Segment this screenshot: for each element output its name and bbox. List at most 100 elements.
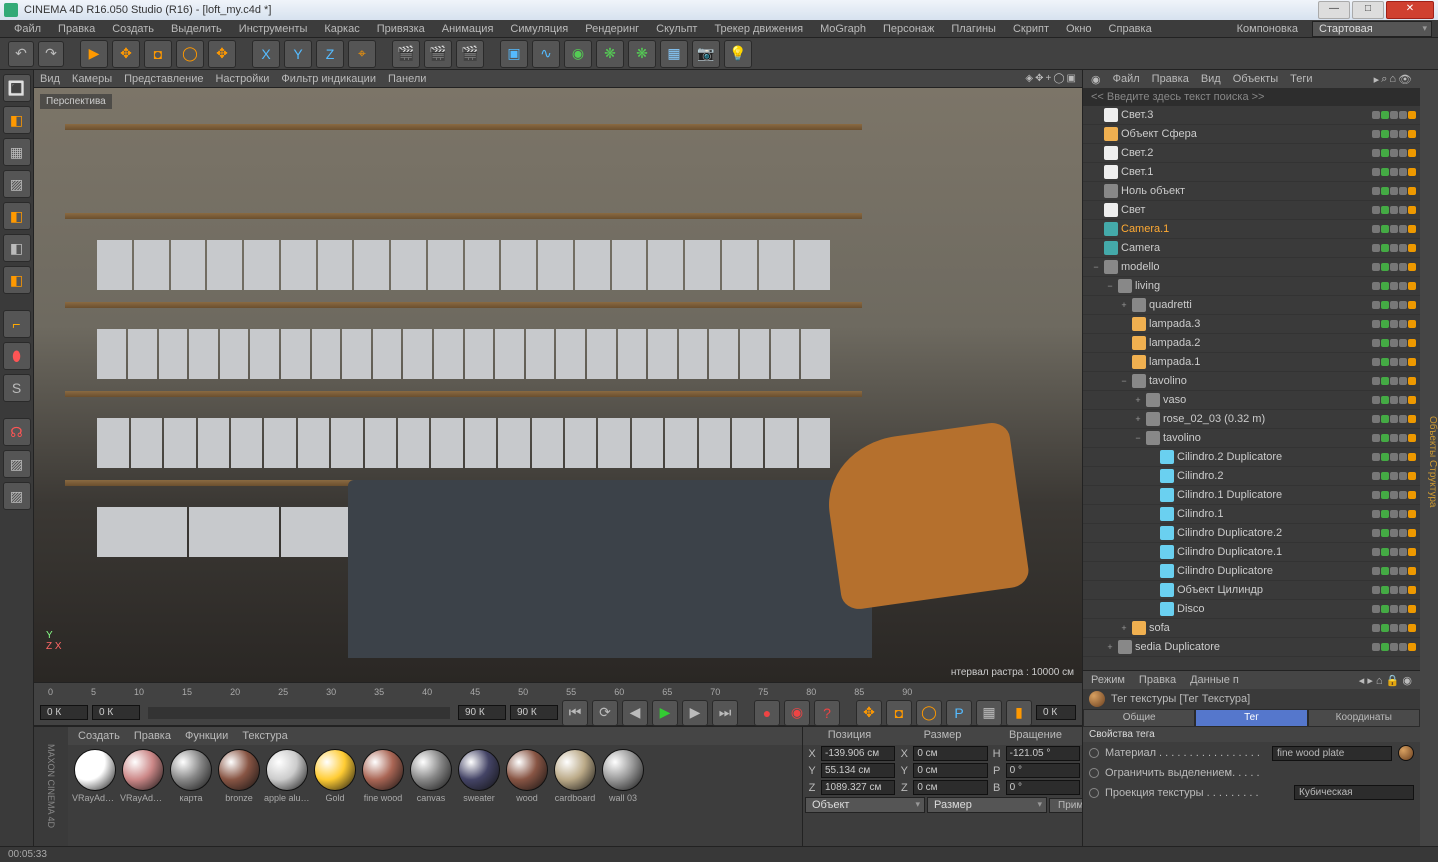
- add-camera2[interactable]: 📷: [692, 40, 720, 68]
- material-item[interactable]: wall 03: [600, 749, 646, 803]
- add-primitive[interactable]: ▣: [500, 40, 528, 68]
- move-tool[interactable]: ✥: [112, 40, 140, 68]
- render-region[interactable]: 🎬: [424, 40, 452, 68]
- tree-row[interactable]: Свет: [1083, 201, 1420, 220]
- autokey[interactable]: ◉: [784, 700, 810, 726]
- menu-Выделить[interactable]: Выделить: [163, 21, 230, 37]
- menu-Каркас[interactable]: Каркас: [316, 21, 367, 37]
- tree-row[interactable]: Объект Цилиндр: [1083, 581, 1420, 600]
- pos-X[interactable]: [821, 746, 895, 761]
- attrmenu-Правка[interactable]: Правка: [1139, 674, 1176, 686]
- objmenu-Вид[interactable]: Вид: [1201, 73, 1221, 85]
- model-mode[interactable]: ◧: [3, 106, 31, 134]
- select-tool[interactable]: ▶: [80, 40, 108, 68]
- material-item[interactable]: sweater: [456, 749, 502, 803]
- axis-tool[interactable]: ⌐: [3, 310, 31, 338]
- vpmenu-Вид[interactable]: Вид: [40, 73, 60, 85]
- matmenu-Правка[interactable]: Правка: [134, 730, 171, 742]
- timeline-track[interactable]: [148, 707, 450, 719]
- loop[interactable]: ⟳: [592, 700, 618, 726]
- add-spline[interactable]: ∿: [532, 40, 560, 68]
- size-Z[interactable]: [913, 780, 987, 795]
- objmenu-Правка[interactable]: Правка: [1152, 73, 1189, 85]
- material-item[interactable]: apple aluminium: [264, 749, 310, 803]
- menu-Скульпт[interactable]: Скульпт: [648, 21, 705, 37]
- right-strip[interactable]: Объекты Структура: [1420, 70, 1438, 846]
- tree-row[interactable]: Camera.1: [1083, 220, 1420, 239]
- tree-row[interactable]: Cilindro Duplicatore: [1083, 562, 1420, 581]
- coordinate-system[interactable]: ⌖: [348, 40, 376, 68]
- viewport-tool[interactable]: ⬮: [3, 342, 31, 370]
- x-axis-lock[interactable]: X: [252, 40, 280, 68]
- vpmenu-Фильтр индикации[interactable]: Фильтр индикации: [281, 73, 376, 85]
- layout-dropdown[interactable]: Стартовая: [1312, 21, 1432, 37]
- keyframe-sel[interactable]: ?: [814, 700, 840, 726]
- tree-row[interactable]: Ноль объект: [1083, 182, 1420, 201]
- objmenu-Теги[interactable]: Теги: [1290, 73, 1312, 85]
- prop-value[interactable]: fine wood plate: [1272, 746, 1392, 761]
- tree-row[interactable]: Объект Сфера: [1083, 125, 1420, 144]
- tab-Тег[interactable]: Тег: [1195, 709, 1307, 727]
- material-item[interactable]: wood: [504, 749, 550, 803]
- menu-Рендеринг[interactable]: Рендеринг: [577, 21, 647, 37]
- menu-Привязка[interactable]: Привязка: [369, 21, 433, 37]
- menu-Инструменты[interactable]: Инструменты: [231, 21, 316, 37]
- prop-radio[interactable]: [1089, 788, 1099, 798]
- matmenu-Текстура[interactable]: Текстура: [242, 730, 287, 742]
- play[interactable]: ▶: [652, 700, 678, 726]
- key-pos[interactable]: ✥: [856, 700, 882, 726]
- key-rot[interactable]: ◯: [916, 700, 942, 726]
- rotate-tool[interactable]: ◯: [176, 40, 204, 68]
- size-Y[interactable]: [913, 763, 987, 778]
- menu-Анимация[interactable]: Анимация: [434, 21, 502, 37]
- point-mode[interactable]: ◧: [3, 202, 31, 230]
- key-param[interactable]: P: [946, 700, 972, 726]
- render-settings[interactable]: 🎬: [456, 40, 484, 68]
- tab-Общие[interactable]: Общие: [1083, 709, 1195, 727]
- pos-Y[interactable]: [821, 763, 895, 778]
- tree-row[interactable]: lampada.2: [1083, 334, 1420, 353]
- vpmenu-Представление[interactable]: Представление: [124, 73, 203, 85]
- material-item[interactable]: cardboard: [552, 749, 598, 803]
- key-scale[interactable]: ◘: [886, 700, 912, 726]
- tree-row[interactable]: Disco: [1083, 600, 1420, 619]
- magnet-tool[interactable]: ☊: [3, 418, 31, 446]
- tree-row[interactable]: lampada.3: [1083, 315, 1420, 334]
- matmenu-Функции[interactable]: Функции: [185, 730, 228, 742]
- rot-H[interactable]: [1006, 746, 1080, 761]
- menu-Окно[interactable]: Окно: [1058, 21, 1100, 37]
- tree-row[interactable]: +sedia Duplicatore: [1083, 638, 1420, 657]
- goto-end[interactable]: ⏭: [712, 700, 738, 726]
- tree-row[interactable]: Свет.1: [1083, 163, 1420, 182]
- tree-row[interactable]: −tavolino: [1083, 372, 1420, 391]
- material-item[interactable]: bronze: [216, 749, 262, 803]
- rot-B[interactable]: [1006, 780, 1080, 795]
- misc-tool[interactable]: ▨: [3, 482, 31, 510]
- tree-row[interactable]: Camera: [1083, 239, 1420, 258]
- goto-start[interactable]: ⏮: [562, 700, 588, 726]
- edge-mode[interactable]: ◧: [3, 234, 31, 262]
- add-environment[interactable]: ❋: [628, 40, 656, 68]
- make-editable[interactable]: 🔳: [3, 74, 31, 102]
- vpmenu-Настройки[interactable]: Настройки: [215, 73, 269, 85]
- size-mode-dropdown[interactable]: Размер: [927, 797, 1047, 813]
- viewport[interactable]: Перспектива YZ X нтервал растра : 10000 …: [34, 88, 1082, 682]
- material-list[interactable]: VRayAdvancedVRayAdvancedкартаbronzeapple…: [68, 745, 802, 846]
- menu-MoGraph[interactable]: MoGraph: [812, 21, 874, 37]
- menu-Скрипт[interactable]: Скрипт: [1005, 21, 1057, 37]
- add-camera[interactable]: ▦: [660, 40, 688, 68]
- menu-Справка[interactable]: Справка: [1101, 21, 1160, 37]
- menu-Правка[interactable]: Правка: [50, 21, 103, 37]
- redo-button[interactable]: ↷: [38, 41, 64, 67]
- prop-radio[interactable]: [1089, 748, 1099, 758]
- minimize-button[interactable]: —: [1318, 1, 1350, 19]
- menu-Создать[interactable]: Создать: [104, 21, 162, 37]
- matmenu-Создать[interactable]: Создать: [78, 730, 120, 742]
- object-tree[interactable]: Свет.3 Объект Сфера Свет.2 Свет.1 Ноль о…: [1083, 106, 1420, 670]
- rot-P[interactable]: [1006, 763, 1080, 778]
- tree-row[interactable]: Cilindro.2: [1083, 467, 1420, 486]
- size-X[interactable]: [913, 746, 987, 761]
- z-axis-lock[interactable]: Z: [316, 40, 344, 68]
- texture-mode[interactable]: ▦: [3, 138, 31, 166]
- range-start[interactable]: [40, 705, 88, 720]
